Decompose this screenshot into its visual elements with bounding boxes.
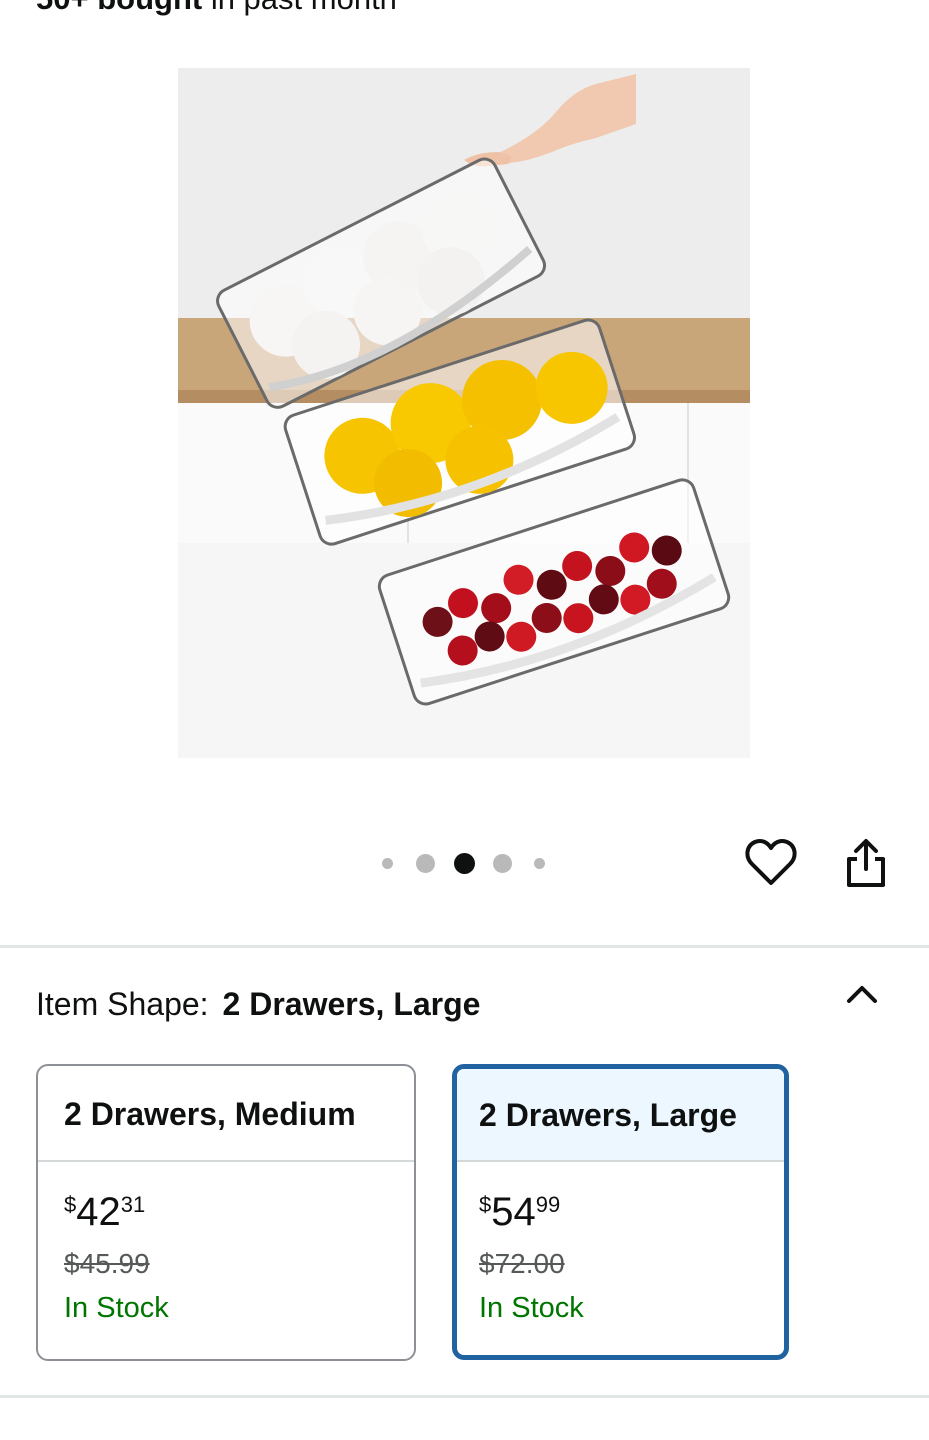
pagination-dot[interactable]: [493, 854, 512, 873]
variation-selector-header: Item Shape: 2 Drawers, Large: [36, 984, 480, 1024]
option-card-medium[interactable]: 2 Drawers, Medium $4231 $45.99 In Stock: [36, 1064, 416, 1361]
availability-status: In Stock: [64, 1292, 169, 1324]
pagination-dot-active[interactable]: [454, 853, 475, 874]
pagination-dot[interactable]: [416, 854, 435, 873]
variation-selected-value: 2 Drawers, Large: [222, 986, 481, 1022]
price-whole: 42: [76, 1190, 121, 1234]
variation-label: Item Shape:: [36, 986, 209, 1022]
option-card-large-selected[interactable]: 2 Drawers, Large $5499 $72.00 In Stock: [452, 1064, 789, 1360]
pagination-dot[interactable]: [534, 858, 545, 869]
option-price: $5499: [479, 1192, 560, 1232]
pagination-dot[interactable]: [382, 858, 393, 869]
price-symbol: $: [479, 1192, 492, 1217]
option-name: 2 Drawers, Medium: [38, 1066, 414, 1162]
option-price: $4231: [64, 1192, 145, 1232]
option-name: 2 Drawers, Large: [457, 1069, 784, 1162]
price-fraction: 31: [120, 1192, 146, 1217]
bought-count: 50+ bought: [36, 0, 202, 16]
image-pagination-dots: [380, 850, 550, 876]
section-divider: [0, 1395, 929, 1398]
availability-status: In Stock: [479, 1292, 584, 1324]
section-divider: [0, 945, 929, 948]
heart-icon[interactable]: [744, 837, 798, 889]
list-price: $72.00: [479, 1248, 565, 1279]
list-price: $45.99: [64, 1248, 150, 1279]
chevron-up-icon[interactable]: [842, 976, 882, 1012]
price-symbol: $: [64, 1192, 77, 1217]
bought-in-past-month: 50+ bought in past month: [36, 0, 397, 16]
bought-suffix: in past month: [202, 0, 397, 16]
price-whole: 54: [491, 1190, 536, 1234]
share-icon[interactable]: [842, 836, 890, 890]
product-image[interactable]: [178, 68, 750, 758]
price-fraction: 99: [535, 1192, 561, 1217]
